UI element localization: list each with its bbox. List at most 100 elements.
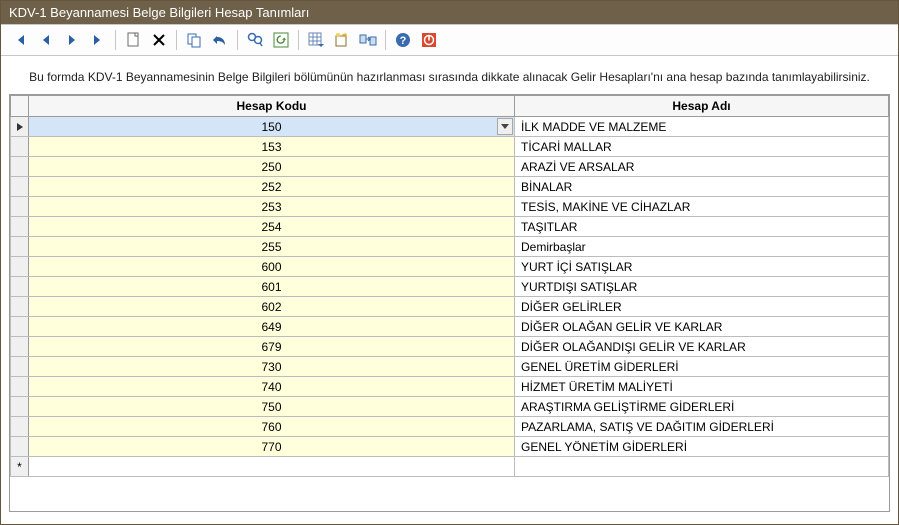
undo-button[interactable] (207, 28, 233, 52)
code-dropdown-button[interactable] (497, 118, 513, 135)
new-row[interactable]: * (11, 457, 889, 477)
row-indicator (11, 357, 29, 377)
toolbar-separator (176, 30, 177, 50)
table-row[interactable]: 760PAZARLAMA, SATIŞ VE DAĞITIM GİDERLERİ (11, 417, 889, 437)
help-button[interactable]: ? (390, 28, 416, 52)
table-row[interactable]: 150İLK MADDE VE MALZEME (11, 117, 889, 137)
nav-next-button[interactable] (59, 28, 85, 52)
row-indicator (11, 317, 29, 337)
account-code-cell[interactable]: 250 (29, 157, 515, 177)
accounts-grid[interactable]: Hesap Kodu Hesap Adı 150İLK MADDE VE MAL… (9, 94, 890, 512)
account-code-cell[interactable]: 253 (29, 197, 515, 217)
export-button[interactable] (329, 28, 355, 52)
row-indicator (11, 377, 29, 397)
column-header-code[interactable]: Hesap Kodu (29, 96, 515, 117)
table-row[interactable]: 255Demirbaşlar (11, 237, 889, 257)
nav-last-button[interactable] (85, 28, 111, 52)
column-header-name[interactable]: Hesap Adı (515, 96, 889, 117)
table-row[interactable]: 250ARAZİ VE ARSALAR (11, 157, 889, 177)
account-name-cell[interactable]: GENEL ÜRETİM GİDERLERİ (515, 357, 889, 377)
account-name-cell[interactable]: TESİS, MAKİNE VE CİHAZLAR (515, 197, 889, 217)
toolbar-separator (385, 30, 386, 50)
account-code-cell[interactable]: 679 (29, 337, 515, 357)
form-description: Bu formda KDV-1 Beyannamesinin Belge Bil… (1, 56, 898, 94)
account-code-cell[interactable]: 600 (29, 257, 515, 277)
toolbar: ? (1, 24, 898, 56)
table-row[interactable]: 750ARAŞTIRMA GELİŞTİRME GİDERLERİ (11, 397, 889, 417)
account-name-cell[interactable]: PAZARLAMA, SATIŞ VE DAĞITIM GİDERLERİ (515, 417, 889, 437)
table-row[interactable]: 253TESİS, MAKİNE VE CİHAZLAR (11, 197, 889, 217)
row-indicator (11, 157, 29, 177)
table-row[interactable]: 602DİĞER GELİRLER (11, 297, 889, 317)
table-row[interactable]: 730GENEL ÜRETİM GİDERLERİ (11, 357, 889, 377)
account-name-cell[interactable]: YURT İÇİ SATIŞLAR (515, 257, 889, 277)
account-name-cell[interactable]: ARAZİ VE ARSALAR (515, 157, 889, 177)
row-indicator (11, 297, 29, 317)
account-code-cell[interactable] (29, 457, 515, 477)
new-button[interactable] (120, 28, 146, 52)
row-indicator (11, 177, 29, 197)
account-code-cell[interactable]: 252 (29, 177, 515, 197)
account-name-cell[interactable]: DİĞER OLAĞAN GELİR VE KARLAR (515, 317, 889, 337)
account-code-cell[interactable]: 150 (29, 117, 515, 137)
account-code-cell[interactable]: 740 (29, 377, 515, 397)
account-name-cell[interactable]: DİĞER OLAĞANDIŞI GELİR VE KARLAR (515, 337, 889, 357)
row-indicator (11, 437, 29, 457)
account-name-cell[interactable]: İLK MADDE VE MALZEME (515, 117, 889, 137)
table-row[interactable]: 770GENEL YÖNETİM GİDERLERİ (11, 437, 889, 457)
window-title: KDV-1 Beyannamesi Belge Bilgileri Hesap … (9, 5, 309, 20)
account-code-cell[interactable]: 760 (29, 417, 515, 437)
account-name-cell[interactable]: Demirbaşlar (515, 237, 889, 257)
toolbar-separator (115, 30, 116, 50)
table-row[interactable]: 600YURT İÇİ SATIŞLAR (11, 257, 889, 277)
svg-text:?: ? (400, 35, 407, 47)
account-code-cell[interactable]: 254 (29, 217, 515, 237)
window-titlebar: KDV-1 Beyannamesi Belge Bilgileri Hesap … (1, 1, 898, 24)
close-button[interactable] (416, 28, 442, 52)
table-row[interactable]: 679DİĞER OLAĞANDIŞI GELİR VE KARLAR (11, 337, 889, 357)
account-code-cell[interactable]: 770 (29, 437, 515, 457)
account-name-cell[interactable]: YURTDIŞI SATIŞLAR (515, 277, 889, 297)
toolbar-separator (298, 30, 299, 50)
account-name-cell[interactable] (515, 457, 889, 477)
account-name-cell[interactable]: ARAŞTIRMA GELİŞTİRME GİDERLERİ (515, 397, 889, 417)
account-code-cell[interactable]: 255 (29, 237, 515, 257)
row-indicator (11, 117, 29, 137)
account-name-cell[interactable]: BİNALAR (515, 177, 889, 197)
table-row[interactable]: 153TİCARİ MALLAR (11, 137, 889, 157)
account-name-cell[interactable]: TAŞITLAR (515, 217, 889, 237)
row-indicator (11, 237, 29, 257)
row-indicator (11, 397, 29, 417)
table-row[interactable]: 740HİZMET ÜRETİM MALİYETİ (11, 377, 889, 397)
account-code-cell[interactable]: 153 (29, 137, 515, 157)
refresh-button[interactable] (268, 28, 294, 52)
delete-button[interactable] (146, 28, 172, 52)
row-indicator (11, 417, 29, 437)
account-code-cell[interactable]: 602 (29, 297, 515, 317)
account-name-cell[interactable]: HİZMET ÜRETİM MALİYETİ (515, 377, 889, 397)
account-name-cell[interactable]: GENEL YÖNETİM GİDERLERİ (515, 437, 889, 457)
table-row[interactable]: 601YURTDIŞI SATIŞLAR (11, 277, 889, 297)
account-name-cell[interactable]: TİCARİ MALLAR (515, 137, 889, 157)
toolbar-separator (237, 30, 238, 50)
table-row[interactable]: 649DİĞER OLAĞAN GELİR VE KARLAR (11, 317, 889, 337)
nav-first-button[interactable] (7, 28, 33, 52)
account-code-cell[interactable]: 649 (29, 317, 515, 337)
row-header-column (11, 96, 29, 117)
account-code-cell[interactable]: 750 (29, 397, 515, 417)
row-indicator (11, 277, 29, 297)
row-indicator (11, 197, 29, 217)
nav-prev-button[interactable] (33, 28, 59, 52)
row-indicator (11, 257, 29, 277)
row-indicator (11, 217, 29, 237)
table-row[interactable]: 252BİNALAR (11, 177, 889, 197)
table-row[interactable]: 254TAŞITLAR (11, 217, 889, 237)
transfer-button[interactable] (355, 28, 381, 52)
find-button[interactable] (242, 28, 268, 52)
account-code-cell[interactable]: 601 (29, 277, 515, 297)
copy-button[interactable] (181, 28, 207, 52)
account-code-cell[interactable]: 730 (29, 357, 515, 377)
account-name-cell[interactable]: DİĞER GELİRLER (515, 297, 889, 317)
grid-options-button[interactable] (303, 28, 329, 52)
row-indicator (11, 137, 29, 157)
